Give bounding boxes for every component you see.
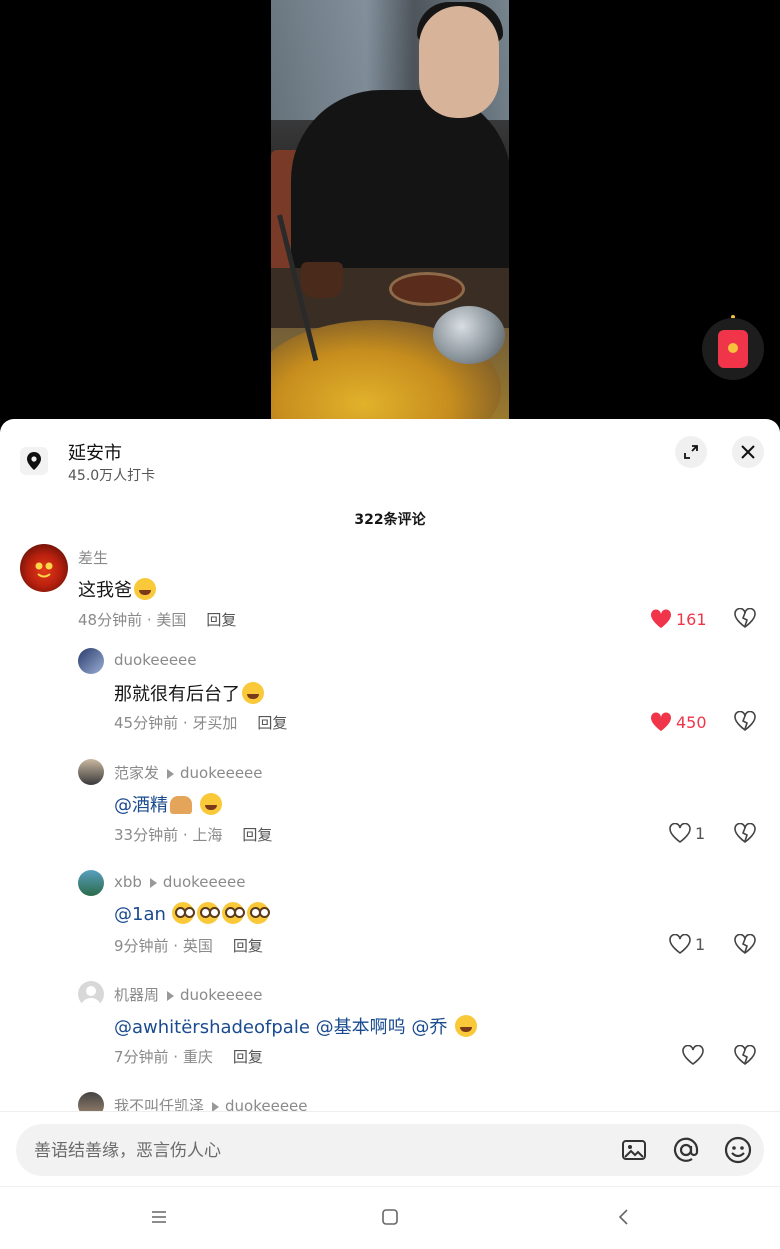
mention-link[interactable]: @基本啊呜 bbox=[316, 1017, 406, 1038]
comment-text: @awhitërshadeofpale @基本啊呜 @乔 bbox=[114, 1013, 478, 1039]
comment-input[interactable] bbox=[32, 1124, 596, 1178]
laugh-cry-emoji bbox=[455, 1015, 478, 1037]
heart-icon bbox=[682, 1045, 704, 1065]
avatar[interactable] bbox=[78, 981, 104, 1007]
pleading-emoji bbox=[221, 902, 245, 924]
laugh-cry-emoji bbox=[134, 578, 156, 600]
laugh-cry-emoji bbox=[242, 682, 264, 704]
video-player[interactable] bbox=[0, 0, 780, 420]
comment-author[interactable]: 机器周 duokeeeee bbox=[114, 984, 263, 1005]
comment-author[interactable]: duokeeeee bbox=[114, 651, 197, 669]
avatar[interactable] bbox=[78, 648, 104, 674]
comment-meta: 7分钟前 · 重庆 回复 bbox=[114, 1048, 263, 1066]
comment-meta: 9分钟前 · 英国 回复 bbox=[114, 937, 263, 955]
crying-emoji bbox=[199, 793, 222, 815]
broken-heart-icon bbox=[734, 710, 756, 731]
comment-text: @1an bbox=[114, 902, 272, 925]
like-button[interactable]: 450 bbox=[650, 712, 707, 732]
heart-icon bbox=[669, 934, 691, 954]
pleading-emoji bbox=[196, 902, 220, 924]
reply-button[interactable]: 回复 bbox=[233, 937, 263, 955]
mention-link[interactable]: @乔 bbox=[411, 1017, 447, 1038]
broken-heart-icon bbox=[734, 822, 756, 843]
location-row[interactable]: 延安市 45.0万人打卡 bbox=[20, 437, 760, 487]
dislike-button[interactable] bbox=[734, 822, 756, 847]
red-packet-icon bbox=[718, 330, 748, 368]
comment-author[interactable]: 范家发 duokeeeee bbox=[114, 762, 263, 783]
at-icon[interactable] bbox=[672, 1136, 700, 1164]
reply-button[interactable]: 回复 bbox=[242, 826, 272, 844]
back-icon[interactable] bbox=[612, 1205, 636, 1229]
mention-link[interactable]: @awhitërshadeofpale bbox=[114, 1017, 310, 1038]
emoji-icon[interactable] bbox=[724, 1136, 752, 1164]
comment-meta: 45分钟前 · 牙买加 回复 bbox=[114, 714, 288, 732]
mention-link[interactable]: @1an bbox=[114, 904, 166, 925]
like-button[interactable]: 1 bbox=[669, 823, 705, 843]
dislike-button[interactable] bbox=[734, 710, 756, 735]
pleading-emoji bbox=[171, 902, 195, 924]
pleading-emoji bbox=[246, 902, 270, 924]
broken-heart-icon bbox=[734, 607, 756, 628]
comment-input-box[interactable] bbox=[16, 1124, 764, 1178]
home-icon[interactable] bbox=[378, 1205, 402, 1229]
heart-icon bbox=[650, 609, 672, 628]
reply-button[interactable]: 回复 bbox=[233, 1048, 263, 1066]
comment-text: @酒精 bbox=[114, 791, 222, 817]
comment-text: 这我爸 bbox=[78, 576, 156, 602]
like-button[interactable] bbox=[682, 1045, 704, 1065]
dislike-button[interactable] bbox=[734, 933, 756, 958]
comment-count: 322条评论 bbox=[354, 512, 426, 528]
close-icon bbox=[741, 445, 755, 459]
video-frame bbox=[271, 0, 509, 420]
location-title: 延安市 bbox=[68, 443, 122, 464]
heart-icon bbox=[650, 712, 672, 731]
expand-button[interactable] bbox=[675, 436, 707, 468]
comment-text: 那就很有后台了 bbox=[114, 680, 264, 706]
dislike-button[interactable] bbox=[734, 1044, 756, 1069]
location-pin-icon bbox=[20, 447, 48, 475]
broken-heart-icon bbox=[734, 933, 756, 954]
like-button[interactable]: 161 bbox=[650, 609, 707, 629]
avatar[interactable] bbox=[20, 544, 68, 592]
close-button[interactable] bbox=[732, 436, 764, 468]
comment-sheet: 延安市 45.0万人打卡 322条评论 差生 这我爸 48分钟前 · 美国 回复 … bbox=[0, 419, 780, 1249]
mention-link[interactable]: @酒精 bbox=[114, 795, 168, 816]
red-packet-button[interactable] bbox=[702, 318, 764, 380]
avatar[interactable] bbox=[78, 870, 104, 896]
menu-icon[interactable] bbox=[147, 1205, 171, 1229]
expand-icon bbox=[684, 445, 698, 459]
bread-emoji bbox=[170, 796, 192, 814]
reply-button[interactable]: 回复 bbox=[257, 714, 287, 732]
reply-button[interactable]: 回复 bbox=[206, 611, 236, 629]
like-button[interactable]: 1 bbox=[669, 934, 705, 954]
comment-author[interactable]: xbb duokeeeee bbox=[114, 873, 245, 891]
location-subtitle: 45.0万人打卡 bbox=[68, 468, 156, 484]
comment-author[interactable]: 差生 bbox=[78, 547, 108, 568]
heart-icon bbox=[669, 823, 691, 843]
image-icon[interactable] bbox=[620, 1136, 648, 1164]
system-nav-bar bbox=[0, 1186, 780, 1249]
comment-meta: 33分钟前 · 上海 回复 bbox=[114, 826, 273, 844]
dislike-button[interactable] bbox=[734, 607, 756, 632]
comment-input-bar bbox=[0, 1111, 780, 1187]
avatar[interactable] bbox=[78, 759, 104, 785]
comment-meta: 48分钟前 · 美国 回复 bbox=[78, 611, 237, 629]
broken-heart-icon bbox=[734, 1044, 756, 1065]
